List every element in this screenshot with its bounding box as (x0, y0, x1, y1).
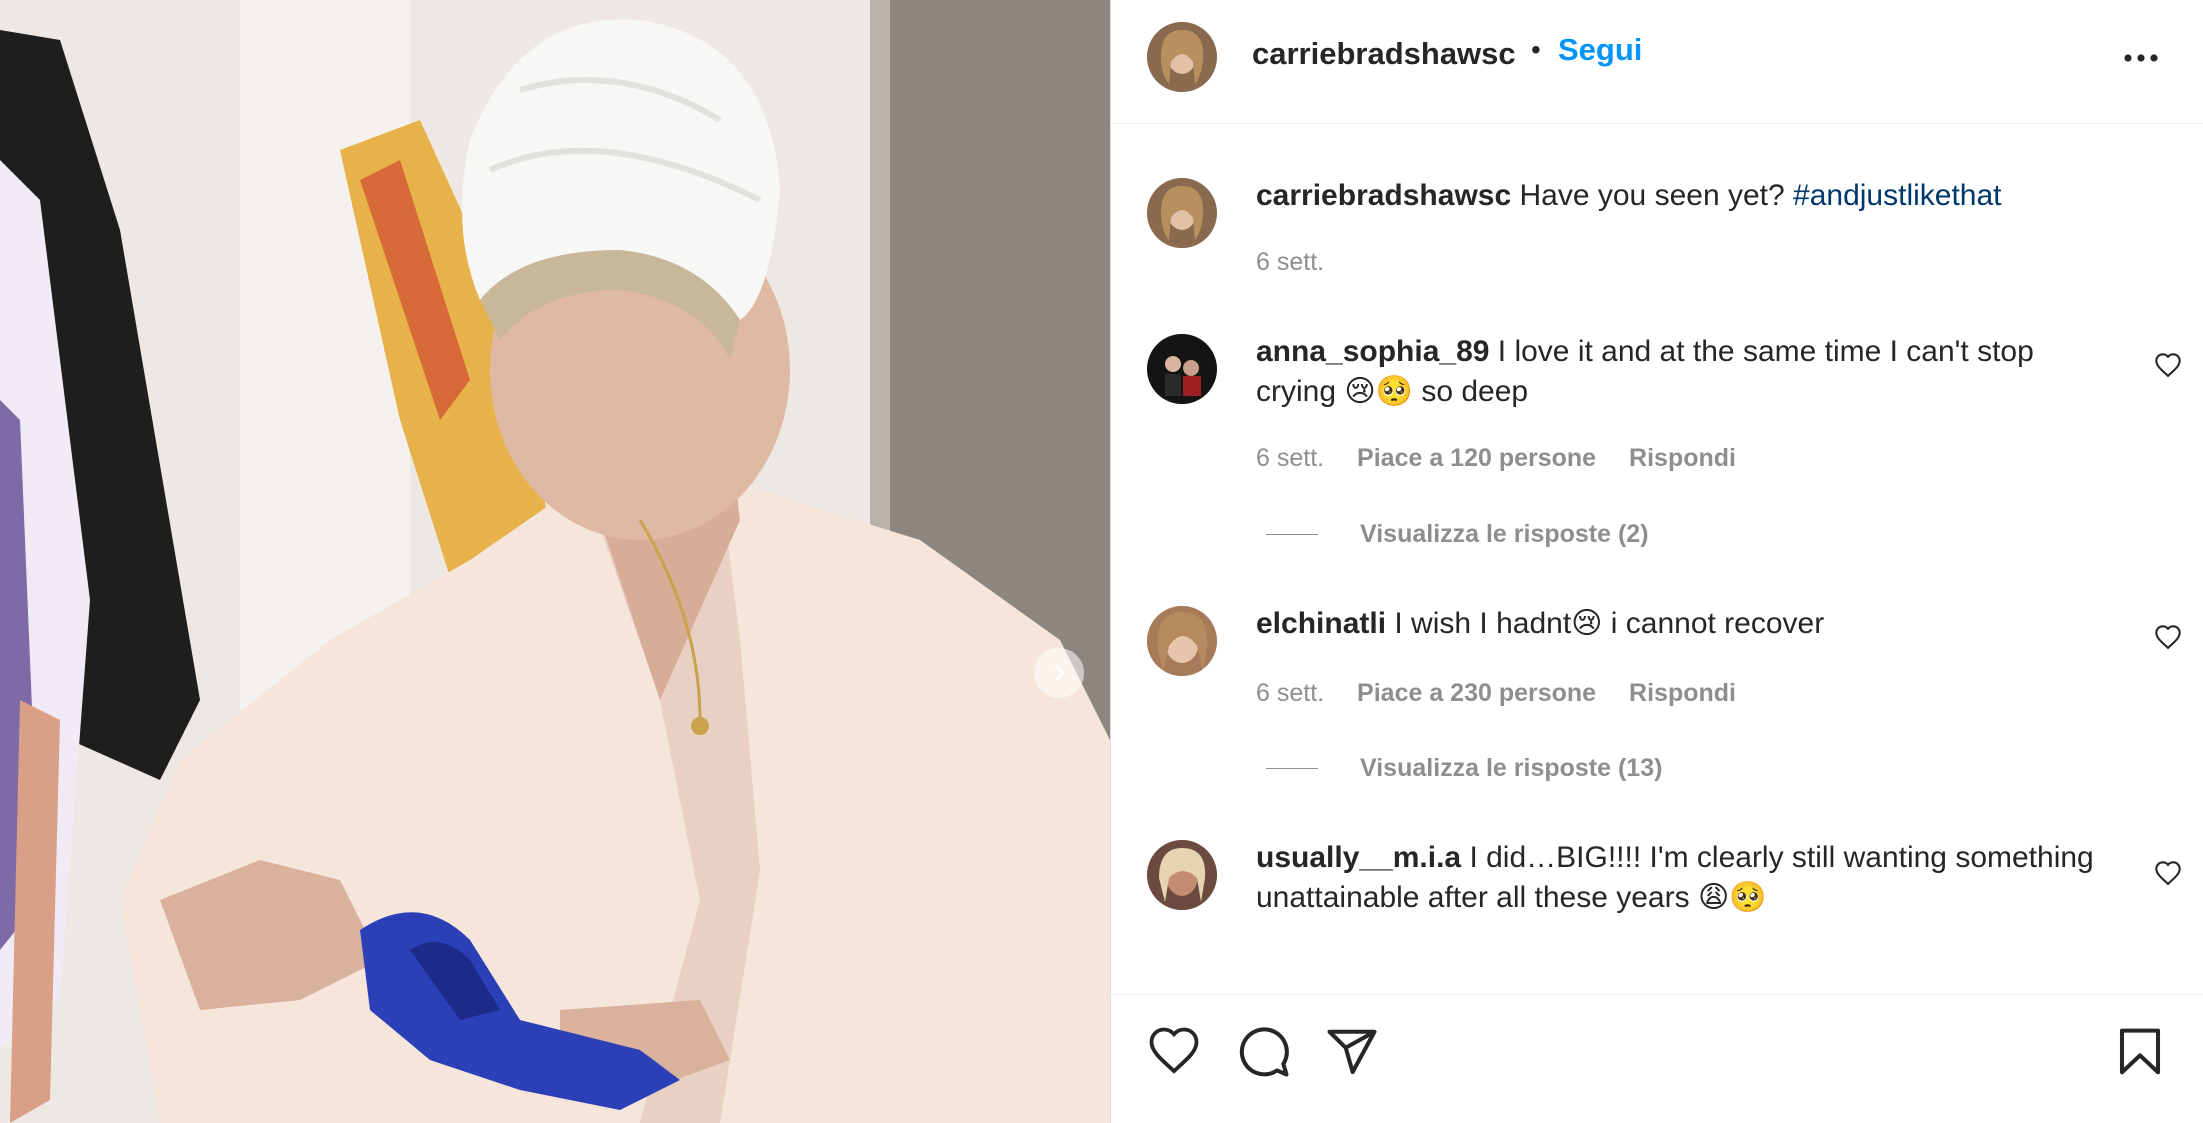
separator-dot: • (1531, 34, 1541, 65)
caption-body: Have you seen yet? (1519, 179, 1785, 212)
replies-divider (1266, 768, 1318, 769)
instagram-post: carriebradshawsc • Segui carriebradshaws… (0, 0, 2203, 1123)
post-header: carriebradshawsc • Segui (1111, 0, 2203, 124)
reply-button[interactable]: Rispondi (1629, 444, 1736, 472)
share-button[interactable] (1325, 1025, 1379, 1079)
caption-meta: 6 sett. (1256, 248, 1350, 277)
comment-likes[interactable]: Piace a 120 persone (1357, 444, 1596, 472)
comment-avatar[interactable] (1147, 606, 1217, 676)
comment-time: 6 sett. (1256, 679, 1325, 707)
bookmark-icon (2119, 1028, 2161, 1075)
view-replies-button[interactable]: Visualizza le risposte (2) (1266, 520, 1649, 549)
comment-text: anna_sophia_89 I love it and at the same… (1256, 332, 2096, 412)
carousel-next-button[interactable] (1034, 648, 1084, 698)
comment-username[interactable]: elchinatli (1256, 607, 1386, 640)
comment-button[interactable] (1237, 1025, 1291, 1079)
comment-meta: 6 sett. Piace a 230 persone Rispondi (1256, 679, 1762, 708)
caption-time: 6 sett. (1256, 248, 1325, 276)
comments-list: carriebradshawsc Have you seen yet? #and… (1111, 124, 2203, 994)
view-replies-button[interactable]: Visualizza le risposte (13) (1266, 754, 1662, 783)
comment-text: elchinatli I wish I hadnt😢 i cannot reco… (1256, 604, 2096, 644)
view-replies-label: Visualizza le risposte (13) (1360, 754, 1663, 782)
paper-plane-icon (1327, 1029, 1377, 1075)
heart-icon (1149, 1027, 1199, 1074)
comment-username[interactable]: usually__m.i.a (1256, 841, 1461, 874)
comment-text: usually__m.i.a I did…BIG!!!! I'm clearly… (1256, 838, 2096, 918)
author-avatar[interactable] (1147, 22, 1217, 92)
like-comment-heart-icon[interactable] (2154, 352, 2182, 380)
avatar-image (1147, 840, 1217, 910)
caption-avatar[interactable] (1147, 178, 1217, 248)
caption-username[interactable]: carriebradshawsc (1256, 179, 1511, 212)
avatar-image (1147, 178, 1217, 248)
comment-avatar[interactable] (1147, 334, 1217, 404)
post-photo (0, 0, 1110, 1123)
author-username[interactable]: carriebradshawsc (1252, 36, 1516, 72)
more-options-button[interactable] (2121, 38, 2161, 78)
follow-button[interactable]: Segui (1558, 32, 1642, 68)
replies-divider (1266, 534, 1318, 535)
like-comment-heart-icon[interactable] (2154, 860, 2182, 888)
reply-button[interactable]: Rispondi (1629, 679, 1736, 707)
save-button[interactable] (2113, 1025, 2167, 1079)
avatar-image (1147, 606, 1217, 676)
post-image[interactable] (0, 0, 1110, 1123)
comment-body: I wish I hadnt😢 i cannot recover (1394, 607, 1825, 640)
comment-meta: 6 sett. Piace a 120 persone Rispondi (1256, 444, 1762, 473)
caption-hashtag[interactable]: #andjustlikethat (1793, 179, 2001, 212)
comment-avatar[interactable] (1147, 840, 1217, 910)
comment-likes[interactable]: Piace a 230 persone (1357, 679, 1596, 707)
like-comment-heart-icon[interactable] (2154, 624, 2182, 652)
comment-bubble-icon (1239, 1027, 1289, 1077)
caption-text: carriebradshawsc Have you seen yet? #and… (1256, 176, 2096, 216)
comment-time: 6 sett. (1256, 444, 1325, 472)
chevron-right-icon (1054, 665, 1065, 681)
avatar-image (1147, 22, 1217, 92)
comment-username[interactable]: anna_sophia_89 (1256, 335, 1489, 368)
like-button[interactable] (1147, 1025, 1201, 1079)
avatar-image (1147, 334, 1217, 404)
post-action-bar (1111, 994, 2203, 1123)
more-options-icon (2124, 54, 2158, 62)
post-side-panel: carriebradshawsc • Segui carriebradshaws… (1110, 0, 2203, 1123)
view-replies-label: Visualizza le risposte (2) (1360, 520, 1649, 548)
